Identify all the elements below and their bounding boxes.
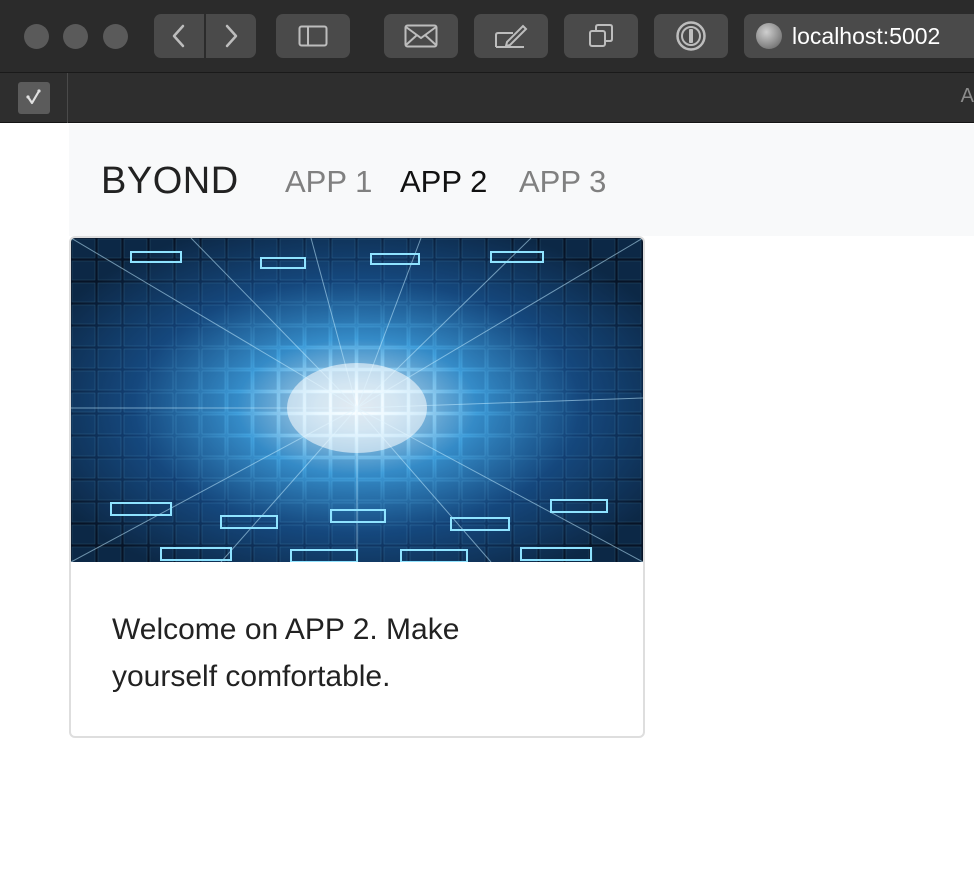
address-url: localhost:5002 [792,22,941,49]
sidebar-icon [298,25,328,47]
pinned-tab[interactable] [0,73,68,123]
sidebar-button[interactable] [276,14,350,58]
mail-icon [404,24,438,48]
address-bar[interactable]: localhost:5002 [744,14,974,58]
password-manager-button[interactable] [654,14,728,58]
zoom-window-button[interactable] [103,24,128,49]
compose-button[interactable] [474,14,548,58]
compose-icon [495,24,528,48]
mail-button[interactable] [384,14,458,58]
close-window-button[interactable] [24,24,49,49]
nav-link-app-3[interactable]: APP 3 [519,164,606,200]
site-favicon [17,82,50,114]
tabs-icon [589,24,613,47]
nav-link-app-2[interactable]: APP 2 [400,164,487,200]
welcome-card: Welcome on APP 2. Make yourself comforta… [69,236,645,738]
brand-logo[interactable]: BYOND [101,160,239,203]
forward-button[interactable] [206,14,256,58]
globe-icon [756,23,782,49]
browser-tab-bar: A [0,73,974,123]
minimize-window-button[interactable] [63,24,88,49]
card-text: Welcome on APP 2. Make yourself comforta… [112,613,460,693]
password-manager-icon [676,21,706,51]
nav-link-app-1[interactable]: APP 1 [285,164,372,200]
forward-icon [225,24,238,48]
tab-title-truncated[interactable]: A [961,85,974,108]
site-navbar: BYOND APP 1 APP 2 APP 3 [69,124,974,236]
card-image [71,238,643,562]
back-icon [172,24,185,48]
tabs-overview-button[interactable] [564,14,638,58]
browser-toolbar: localhost:5002 [0,0,974,73]
back-button[interactable] [154,14,204,58]
